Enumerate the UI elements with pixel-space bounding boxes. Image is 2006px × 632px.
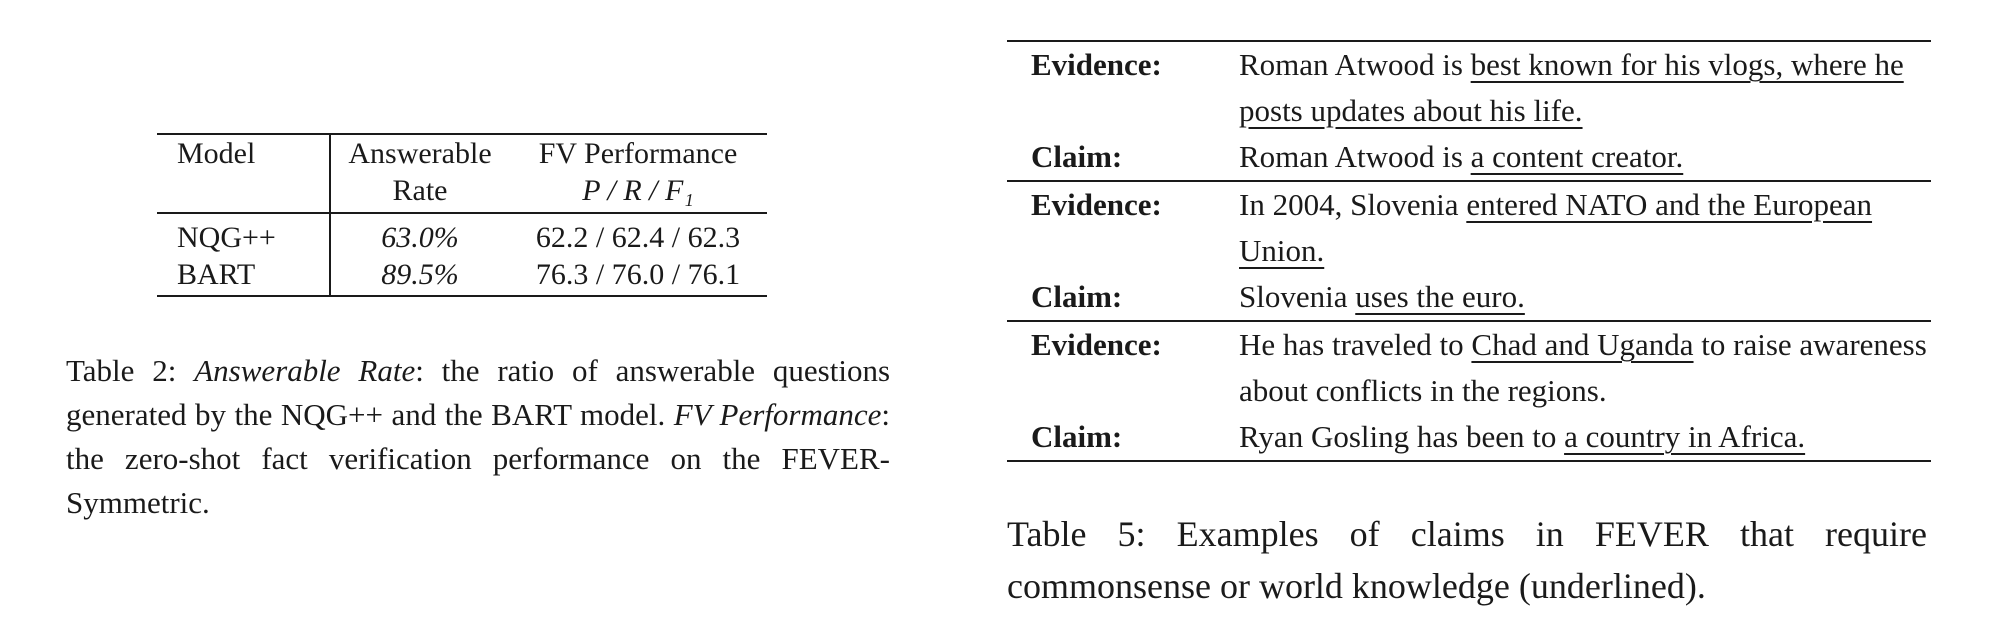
header-model: Model	[157, 133, 331, 172]
header-fv-performance-line1: FV Performance	[509, 133, 767, 172]
evidence-label: Evidence:	[1007, 180, 1239, 274]
table-5: Evidence: Roman Atwood is best known for…	[1007, 40, 1931, 462]
evidence-label: Evidence:	[1007, 320, 1239, 414]
header-answerable-rate-line2: Rate	[330, 172, 509, 214]
caption-prefix: Table 2:	[66, 353, 195, 388]
claim-text: Ryan Gosling has been to a country in Af…	[1239, 414, 1931, 462]
caption-term-fv-performance: FV Performance	[673, 397, 882, 432]
claim-underlined: a content creator.	[1470, 139, 1684, 174]
row-fv: 62.2 / 62.4 / 62.3	[509, 212, 767, 256]
evidence-underlined: Chad and Uganda	[1471, 327, 1694, 362]
row-model: BART	[157, 256, 331, 297]
evidence-text: Roman Atwood is best known for his vlogs…	[1239, 40, 1931, 134]
row-fv: 76.3 / 76.0 / 76.1	[509, 256, 767, 297]
table-5-caption: Table 5: Examples of claims in FEVER tha…	[1007, 514, 1927, 606]
evidence-row: Evidence: Roman Atwood is best known for…	[1007, 40, 1931, 134]
claim-underlined: uses the euro.	[1355, 279, 1525, 314]
claim-row: Claim: Ryan Gosling has been to a countr…	[1007, 414, 1931, 462]
row-rate: 63.0%	[330, 212, 509, 256]
table-header-row-2: Rate P / R / F₁	[157, 172, 767, 214]
claim-text: Roman Atwood is a content creator.	[1239, 139, 1684, 174]
claim-underlined: a country in Africa.	[1564, 419, 1806, 454]
claim-row: Claim: Roman Atwood is a content creator…	[1007, 134, 1931, 181]
header-answerable-rate-line1: Answerable	[330, 133, 509, 172]
row-rate: 89.5%	[330, 256, 509, 297]
header-fv-performance-line2: P / R / F₁	[509, 172, 767, 214]
evidence-text: In 2004, Slovenia entered NATO and the E…	[1239, 180, 1931, 274]
evidence-label: Evidence:	[1007, 40, 1239, 134]
claim-label: Claim:	[1007, 414, 1239, 462]
evidence-row: Evidence: In 2004, Slovenia entered NATO…	[1007, 180, 1931, 274]
row-model: NQG++	[157, 212, 331, 256]
claim-label: Claim:	[1031, 279, 1123, 314]
table-row: NQG++ 63.0% 62.2 / 62.4 / 62.3	[157, 212, 767, 256]
table-2-caption: Table 2: Answerable Rate: the ratio of a…	[66, 349, 890, 525]
claim-text: Slovenia uses the euro.	[1239, 279, 1525, 314]
table-header-row: Model Answerable FV Performance	[157, 133, 767, 172]
claim-row: Claim: Slovenia uses the euro.	[1007, 274, 1931, 321]
evidence-row: Evidence: He has traveled to Chad and Ug…	[1007, 320, 1931, 414]
evidence-text: He has traveled to Chad and Uganda to ra…	[1239, 320, 1931, 414]
table-row: BART 89.5% 76.3 / 76.0 / 76.1	[157, 256, 767, 297]
claim-label: Claim:	[1031, 139, 1123, 174]
table-2: Model Answerable FV Performance Rate P /…	[157, 133, 767, 297]
caption-term-answerable-rate: Answerable Rate	[194, 353, 416, 388]
